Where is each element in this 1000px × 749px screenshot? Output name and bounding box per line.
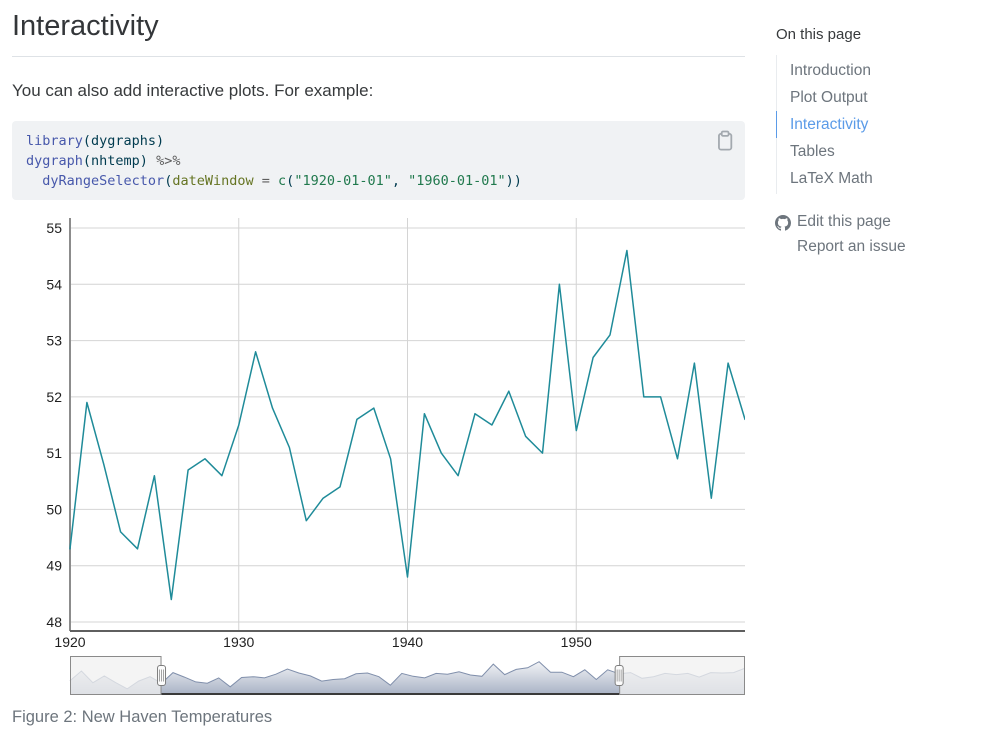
clipboard-icon (714, 141, 736, 156)
range-mask-right[interactable] (619, 656, 745, 695)
y-tick-label: 50 (46, 501, 62, 517)
y-tick-label: 53 (46, 333, 62, 349)
page-links: Edit this page Report an issue (775, 209, 985, 259)
edit-this-page-label: Edit this page (797, 209, 891, 234)
report-an-issue-label: Report an issue (797, 234, 906, 259)
toc-item-plot-output[interactable]: Plot Output (777, 84, 987, 111)
intro-text: You can also add interactive plots. For … (12, 81, 373, 101)
x-tick-label: 1950 (561, 634, 592, 650)
x-tick-label: 1930 (223, 634, 254, 650)
github-icon (775, 214, 791, 230)
code-line: library(dygraphs) (26, 131, 731, 151)
toc-item-introduction[interactable]: Introduction (777, 57, 987, 84)
range-mask-left[interactable] (70, 656, 162, 695)
y-tick-label: 51 (46, 445, 62, 461)
toc-item-interactivity[interactable]: Interactivity (776, 111, 987, 138)
report-an-issue-link[interactable]: Report an issue (775, 234, 985, 259)
link-icon-spacer (775, 239, 791, 255)
y-tick-label: 54 (46, 276, 62, 292)
y-tick-label: 49 (46, 558, 62, 574)
x-tick-label: 1940 (392, 634, 423, 650)
edit-this-page-link[interactable]: Edit this page (775, 209, 985, 234)
y-tick-label: 52 (46, 389, 62, 405)
temperature-plot[interactable]: 48 49 50 51 52 53 54 55 1920 1930 1940 1950 (12, 210, 745, 706)
toc-title: On this page (776, 26, 861, 43)
title-divider (12, 56, 745, 57)
code-block: library(dygraphs)dygraph(nhtemp) %>% dyR… (12, 121, 745, 200)
y-tick-label: 48 (46, 614, 62, 630)
code-line: dyRangeSelector(dateWindow = c("1920-01-… (26, 171, 731, 191)
dygraph-chart[interactable]: 48 49 50 51 52 53 54 55 1920 1930 1940 1950 (12, 210, 745, 706)
figure-caption: Figure 2: New Haven Temperatures (12, 708, 272, 727)
range-handle-left[interactable] (158, 666, 166, 686)
toc-nav: IntroductionPlot OutputInteractivityTabl… (776, 55, 987, 194)
copy-code-button[interactable] (714, 129, 736, 153)
code-listing[interactable]: library(dygraphs)dygraph(nhtemp) %>% dyR… (26, 131, 731, 191)
code-line: dygraph(nhtemp) %>% (26, 151, 731, 171)
toc-item-tables[interactable]: Tables (777, 138, 987, 165)
toc-item-latex-math[interactable]: LaTeX Math (777, 165, 987, 192)
page-root: Interactivity You can also add interacti… (0, 0, 1000, 749)
y-tick-label: 55 (46, 220, 62, 236)
page-title: Interactivity (12, 10, 159, 43)
range-handle-right[interactable] (615, 666, 623, 686)
x-tick-label: 1920 (54, 634, 85, 650)
